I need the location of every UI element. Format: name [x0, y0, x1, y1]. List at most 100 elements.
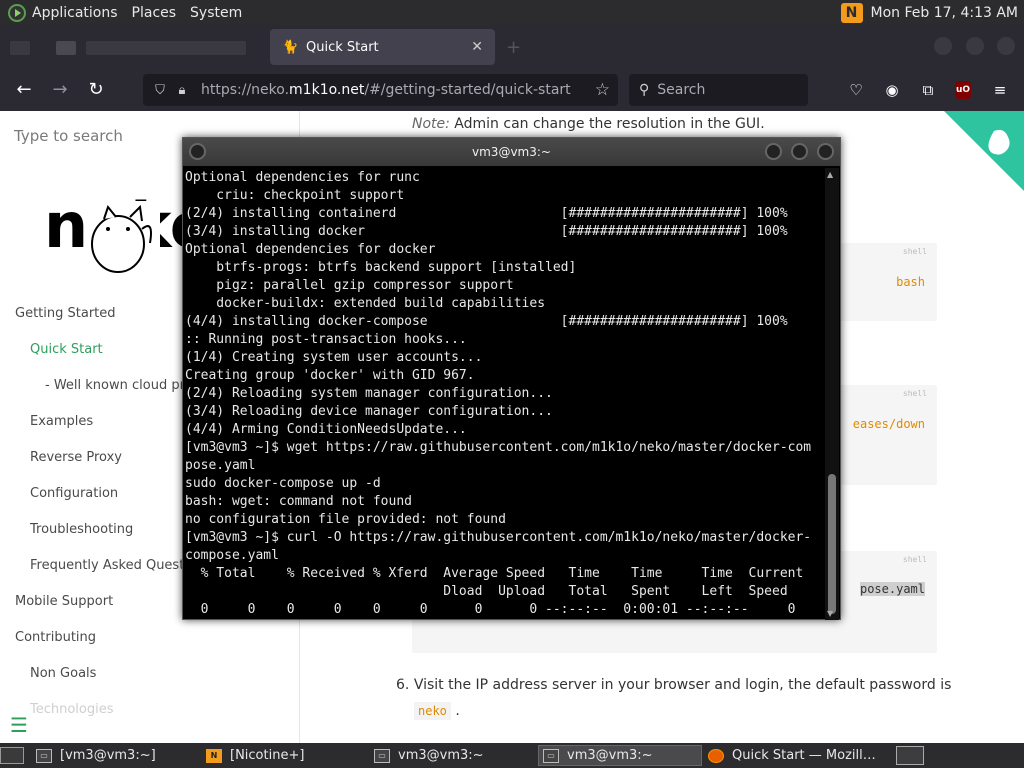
browser-tab-bar: 🐈 Quick Start ✕ + [0, 25, 1024, 69]
sidebar-toggle-icon[interactable]: ☰ [10, 713, 28, 737]
close-window-button[interactable] [997, 37, 1015, 55]
sidebar-item[interactable]: Contributing [15, 630, 96, 645]
code-lang-label: shell [902, 247, 927, 256]
terminal-line: Optional dependencies for runc [185, 170, 420, 185]
sidebar-item[interactable]: Non Goals [30, 666, 96, 681]
terminal-line: (4/4) installing docker-compose [#######… [185, 314, 788, 329]
sidebar-item[interactable]: Troubleshooting [30, 522, 133, 537]
terminal-close-button[interactable] [817, 143, 834, 160]
taskbar-task-button[interactable]: ▭ vm3@vm3:~ [370, 745, 535, 766]
taskbar-task-label: vm3@vm3:~ [398, 748, 484, 763]
top-menu: Applications Places System [0, 0, 256, 25]
url-bar[interactable]: ⛉ 🔒︎ https://neko.m1k1o.net/#/getting-st… [143, 74, 618, 106]
terminal-icon: ▭ [36, 748, 52, 763]
sidebar-item[interactable]: Quick Start [30, 342, 103, 357]
terminal-line: bash: wget: command not found [185, 494, 412, 509]
taskbar-task-label: Quick Start — Mozill… [732, 748, 876, 763]
browser-nav-bar: ← → ↻ ⛉ 🔒︎ https://neko.m1k1o.net/#/gett… [0, 69, 1024, 111]
firefox-icon [708, 748, 724, 763]
taskbar-task-button[interactable]: N [Nicotine+] [202, 745, 368, 766]
code-lang-label: shell [902, 555, 927, 564]
sidebar-item[interactable]: Mobile Support [15, 594, 113, 609]
sidebar-item[interactable]: Technologies [30, 702, 114, 717]
search-placeholder: Search [657, 82, 706, 98]
workspace-2-button[interactable] [926, 746, 946, 765]
close-tab-icon[interactable]: ✕ [471, 39, 483, 55]
terminal-menu-button[interactable] [189, 143, 206, 160]
bookmark-star-icon[interactable]: ☆ [595, 80, 610, 100]
account-icon[interactable]: ◉ [881, 79, 903, 101]
taskbar-task-button[interactable]: Quick Start — Mozill… [704, 745, 892, 766]
terminal-line: (2/4) installing containerd [###########… [185, 206, 788, 221]
taskbar-task-button[interactable]: ▭ [vm3@vm3:~] [32, 745, 200, 766]
scroll-down-icon[interactable]: ▼ [827, 609, 833, 618]
terminal-line: docker-buildx: extended build capabiliti… [185, 296, 546, 311]
terminal-line: Dload Upload Total Spent Left Speed [185, 584, 788, 599]
minimize-window-button[interactable] [934, 37, 952, 55]
clock[interactable]: Mon Feb 17, 4:13 AM [871, 5, 1018, 21]
nicotine-tray-icon[interactable]: N [840, 2, 863, 23]
pocket-icon[interactable]: ♡ [845, 79, 867, 101]
background-tab[interactable] [86, 41, 246, 55]
back-icon[interactable]: ← [11, 77, 37, 103]
code-text: bash [896, 275, 925, 289]
code-text: eases/down [852, 417, 925, 431]
password-code: neko [414, 702, 451, 720]
ublock-icon[interactable]: uO [955, 81, 971, 99]
github-tab-icon[interactable] [56, 41, 76, 55]
terminal-output[interactable]: Optional dependencies for runc criu: che… [185, 169, 825, 619]
terminal-line: :: Running post-transaction hooks... [185, 332, 467, 347]
terminal-title: vm3@vm3:~ [472, 145, 551, 159]
neko-logo: neko [44, 189, 204, 273]
tab-quick-start[interactable]: 🐈 Quick Start ✕ [270, 29, 495, 65]
sidebar-item[interactable]: Getting Started [15, 306, 116, 321]
scrollbar-thumb[interactable] [828, 474, 836, 614]
terminal-line: pigz: parallel gzip compressor support [185, 278, 514, 293]
terminal-line: [vm3@vm3 ~]$ wget https://raw.githubuser… [185, 440, 812, 455]
tab-title: Quick Start [306, 39, 379, 55]
terminal-line: btrfs-progs: btrfs backend support [inst… [185, 260, 577, 275]
neko-tab-icon: 🐈 [282, 40, 299, 55]
terminal-minimize-button[interactable] [765, 143, 782, 160]
menu-system[interactable]: System [190, 5, 242, 21]
nicotine-icon: N [206, 748, 222, 763]
terminal-maximize-button[interactable] [791, 143, 808, 160]
search-input[interactable]: ⚲ Search [629, 74, 808, 106]
sidebar-item[interactable]: Frequently Asked Questio [30, 558, 196, 573]
taskbar-task-button[interactable]: ▭ vm3@vm3:~ [538, 745, 702, 766]
terminal-line: % Total % Received % Xferd Average Speed… [185, 566, 804, 581]
sidebar-item[interactable]: Reverse Proxy [30, 450, 122, 465]
scroll-up-icon[interactable]: ▲ [827, 170, 833, 179]
tracking-shield-icon[interactable]: ⛉ [149, 83, 171, 98]
sidebar-search-input[interactable]: Type to search [14, 127, 123, 145]
maximize-window-button[interactable] [966, 37, 984, 55]
terminal-window[interactable]: vm3@vm3:~ Optional dependencies for runc… [182, 137, 841, 620]
url-text[interactable]: https://neko.m1k1o.net/#/getting-started… [201, 82, 571, 98]
extensions-icon[interactable]: ⧉ [917, 79, 939, 101]
terminal-title-bar[interactable]: vm3@vm3:~ [183, 138, 840, 166]
menu-places[interactable]: Places [132, 5, 177, 21]
top-panel-tray: N Mon Feb 17, 4:13 AM [840, 0, 1018, 25]
terminal-scrollbar[interactable]: ▲ ▼ [825, 168, 839, 620]
lock-icon[interactable]: 🔒︎ [171, 83, 193, 98]
tab-list-icon[interactable] [10, 41, 30, 55]
menu-icon[interactable]: ≡ [989, 79, 1011, 101]
forward-icon[interactable]: → [47, 77, 73, 103]
sidebar-item[interactable]: Configuration [30, 486, 118, 501]
reload-icon[interactable]: ↻ [83, 77, 109, 103]
github-corner-icon[interactable] [944, 111, 1024, 191]
terminal-line: (1/4) Creating system user accounts... [185, 350, 483, 365]
new-tab-icon[interactable]: + [506, 37, 521, 58]
top-panel: Applications Places System N Mon Feb 17,… [0, 0, 1024, 25]
terminal-line: no configuration file provided: not foun… [185, 512, 506, 527]
applications-icon[interactable] [8, 3, 26, 22]
terminal-line: Optional dependencies for docker [185, 242, 436, 257]
workspace-1-button[interactable] [896, 746, 924, 765]
step-6-password: neko . [414, 702, 460, 720]
code-lang-label: shell [902, 389, 927, 398]
terminal-line: pose.yaml [185, 458, 256, 473]
menu-applications[interactable]: Applications [32, 5, 118, 21]
show-desktop-button[interactable] [0, 747, 24, 764]
sidebar-item[interactable]: Examples [30, 414, 93, 429]
sidebar-item[interactable]: - Well known cloud prov [45, 378, 200, 393]
